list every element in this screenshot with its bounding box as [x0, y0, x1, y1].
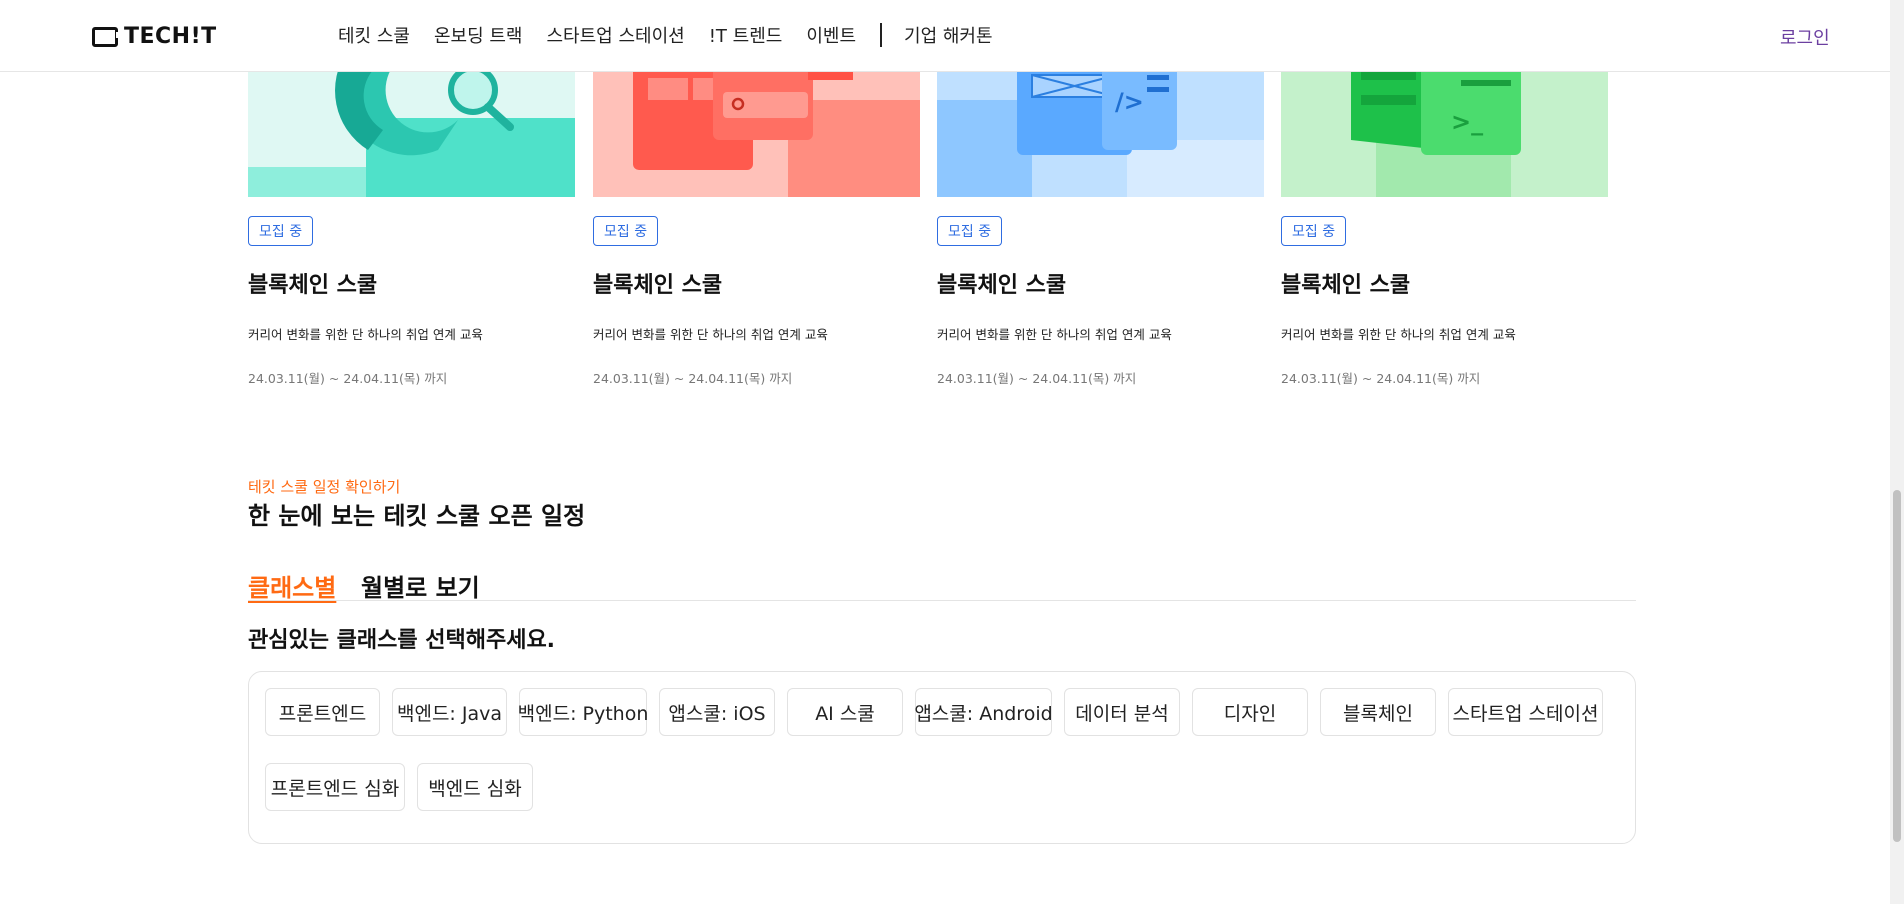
- class-chip-backend-python[interactable]: 백엔드: Python: [518, 688, 648, 736]
- tab-by-month[interactable]: 월별로 보기: [361, 568, 480, 603]
- techit-logo[interactable]: TECH!T: [92, 24, 217, 49]
- course-date: 24.03.11(월) ~ 24.04.11(목) 까지: [593, 371, 793, 386]
- recruiting-badge: 모집 중: [937, 216, 1003, 246]
- section-eyebrow: 테킷 스쿨 일정 확인하기: [248, 478, 401, 496]
- nav-item-startup-station[interactable]: 스타트업 스테이션: [547, 22, 685, 48]
- course-title: 블록체인 스쿨: [248, 273, 378, 298]
- class-chip-blockchain[interactable]: 블록체인: [1320, 688, 1436, 736]
- course-title: 블록체인 스쿨: [937, 273, 1067, 298]
- login-link[interactable]: 로그인: [1780, 24, 1830, 50]
- class-chip-startup-station[interactable]: 스타트업 스테이션: [1448, 688, 1603, 736]
- course-title: 블록체인 스쿨: [1281, 273, 1411, 298]
- course-description: 커리어 변화를 위한 단 하나의 취업 연계 교육: [593, 327, 828, 342]
- class-chip-ai[interactable]: AI 스쿨: [787, 688, 903, 736]
- class-chip-data-analysis[interactable]: 데이터 분석: [1064, 688, 1180, 736]
- nav-item-techit-school[interactable]: 테킷 스쿨: [338, 22, 410, 48]
- class-chip-frontend-advanced[interactable]: 프론트엔드 심화: [265, 763, 405, 811]
- class-chip-backend-java[interactable]: 백엔드: Java: [392, 688, 507, 736]
- class-chip-backend-advanced[interactable]: 백엔드 심화: [417, 763, 533, 811]
- top-navigation-bar: TECH!T 테킷 스쿨 온보딩 트랙 스타트업 스테이션 !T 트렌드 이벤트…: [0, 0, 1890, 72]
- class-chip-app-android[interactable]: 앱스쿨: Android: [914, 688, 1053, 736]
- recruiting-badge: 모집 중: [248, 216, 314, 246]
- main-nav: 테킷 스쿨 온보딩 트랙 스타트업 스테이션 !T 트렌드 이벤트 기업 해커톤: [338, 22, 1017, 48]
- svg-text:>_: >_: [1451, 108, 1483, 136]
- svg-text:/>: />: [1115, 88, 1144, 116]
- logo-icon: [92, 26, 121, 47]
- class-chip-app-ios[interactable]: 앱스쿨: iOS: [659, 688, 775, 736]
- course-date: 24.03.11(월) ~ 24.04.11(목) 까지: [937, 371, 1137, 386]
- scrollbar-thumb[interactable]: [1893, 490, 1901, 842]
- course-description: 커리어 변화를 위한 단 하나의 취업 연계 교육: [937, 327, 1172, 342]
- logo-text: TECH!T: [124, 24, 217, 49]
- course-description: 커리어 변화를 위한 단 하나의 취업 연계 교육: [1281, 327, 1516, 342]
- course-date: 24.03.11(월) ~ 24.04.11(목) 까지: [248, 371, 448, 386]
- schedule-tabs: 클래스별 월별로 보기: [248, 568, 1636, 603]
- recruiting-badge: 모집 중: [1281, 216, 1347, 246]
- nav-divider: [880, 23, 883, 47]
- nav-item-hackathon[interactable]: 기업 해커톤: [904, 22, 993, 48]
- nav-item-event[interactable]: 이벤트: [806, 22, 856, 48]
- class-chip-frontend[interactable]: 프론트엔드: [265, 688, 380, 736]
- class-filter-panel: 프론트엔드 백엔드: Java 백엔드: Python 앱스쿨: iOS AI …: [248, 671, 1636, 844]
- class-chip-design[interactable]: 디자인: [1192, 688, 1308, 736]
- course-title: 블록체인 스쿨: [593, 273, 723, 298]
- nav-item-it-trend[interactable]: !T 트렌드: [709, 22, 783, 48]
- section-title: 한 눈에 보는 테킷 스쿨 오픈 일정: [248, 502, 586, 530]
- page-scrollbar[interactable]: [1890, 0, 1904, 904]
- tab-by-class[interactable]: 클래스별: [248, 568, 336, 603]
- course-date: 24.03.11(월) ~ 24.04.11(목) 까지: [1281, 371, 1481, 386]
- course-description: 커리어 변화를 위한 단 하나의 취업 연계 교육: [248, 327, 483, 342]
- nav-item-onboarding-track[interactable]: 온보딩 트랙: [434, 22, 523, 48]
- recruiting-badge: 모집 중: [593, 216, 659, 246]
- class-select-prompt: 관심있는 클래스를 선택해주세요.: [248, 628, 556, 653]
